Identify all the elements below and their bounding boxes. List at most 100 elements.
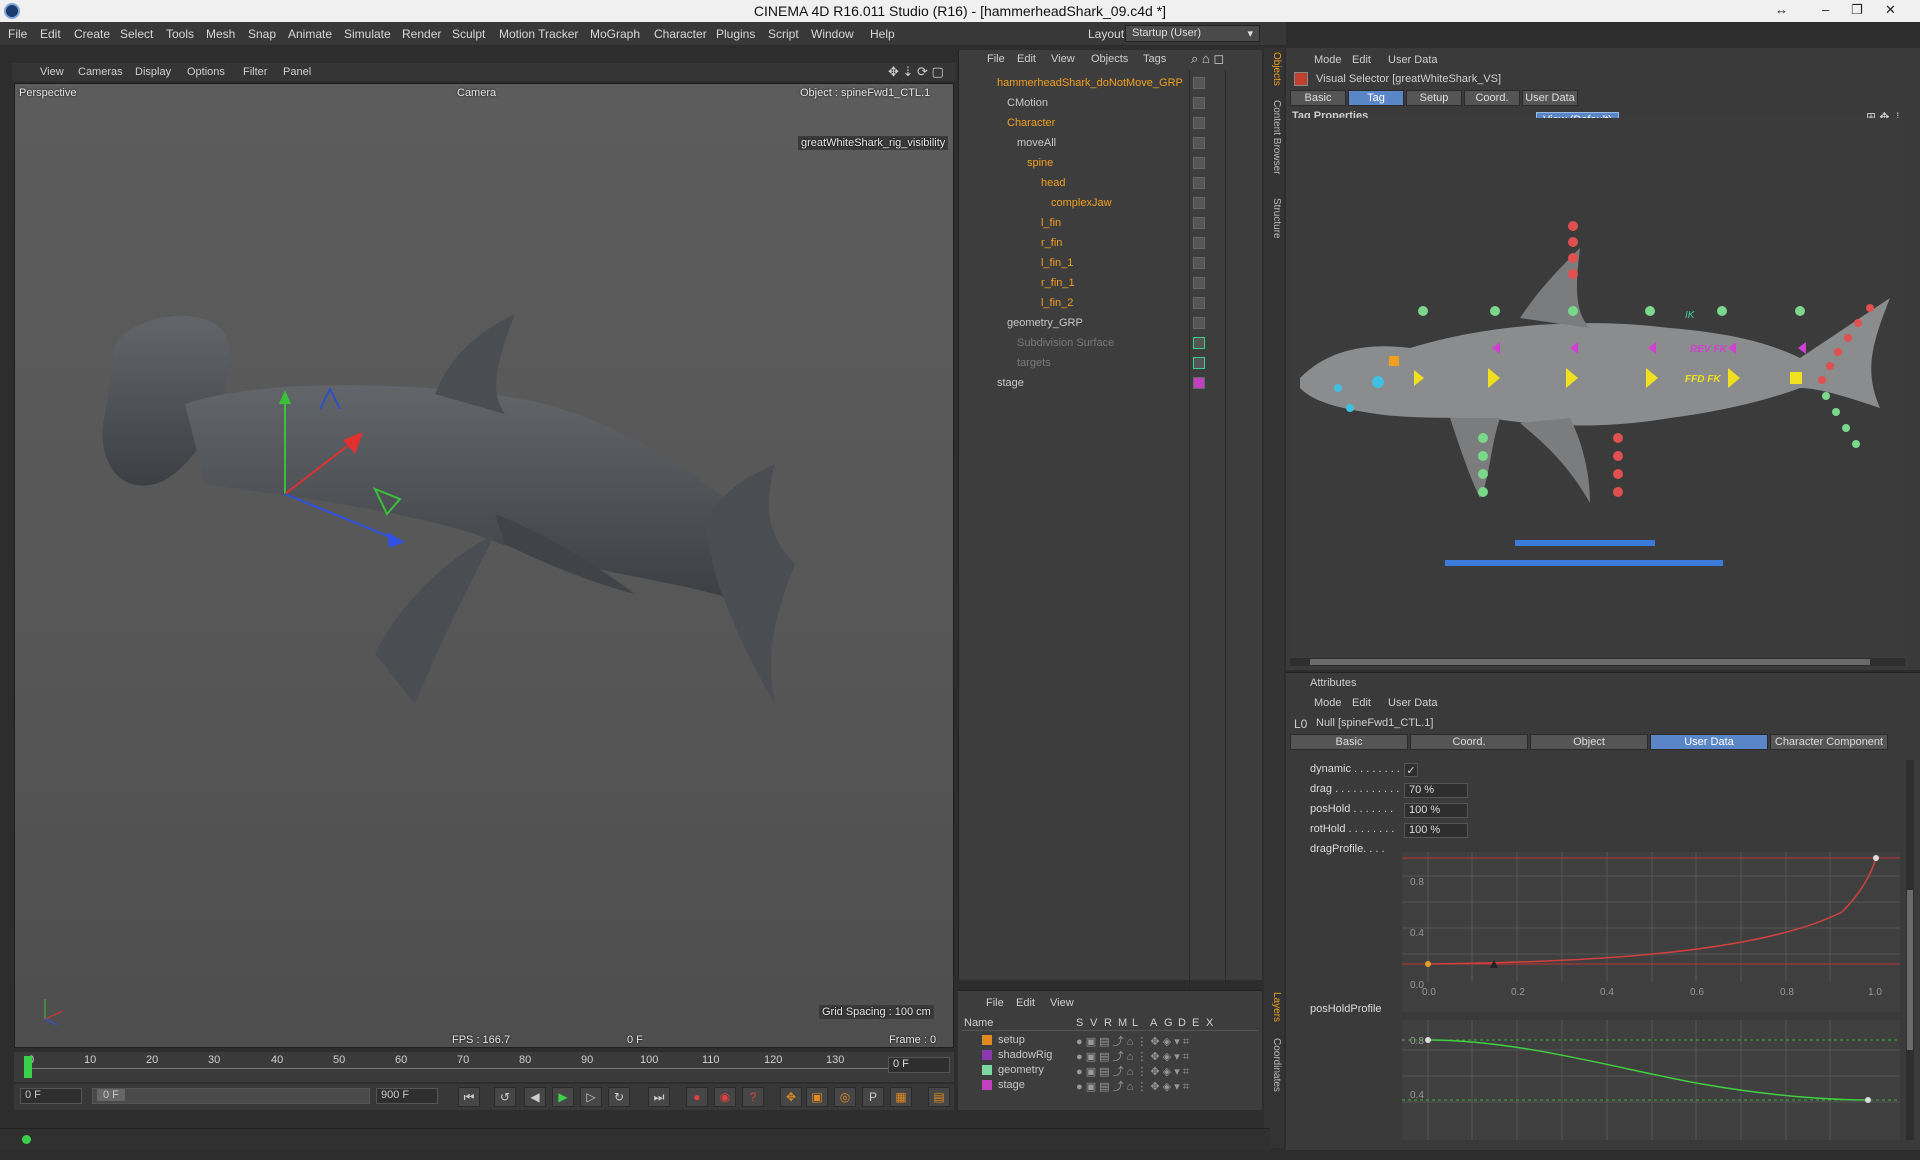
object-row[interactable]: l_fin xyxy=(959,214,1263,234)
attributes-scrollbar[interactable] xyxy=(1906,760,1914,1140)
3d-viewport[interactable]: Perspective Camera Object : spineFwd1_CT… xyxy=(14,83,954,1048)
layer-flags[interactable]: ● ▣ ▤ ⤴ ⌂ ⋮ ✥ ◈ ▾ ⌗ xyxy=(1076,1048,1189,1064)
layer-color-swatch[interactable] xyxy=(982,1065,992,1075)
visibility-toggle[interactable] xyxy=(1193,77,1205,89)
tab-basic[interactable]: Basic xyxy=(1290,734,1408,750)
minimize-button[interactable]: ‒ xyxy=(1822,2,1829,17)
start-frame-field[interactable]: 0 F xyxy=(20,1088,82,1104)
restore-button[interactable]: ❐ xyxy=(1851,2,1863,18)
end-frame-field[interactable]: 900 F xyxy=(376,1088,438,1104)
timeline-window-button[interactable]: ▤ xyxy=(928,1087,950,1107)
menu-help[interactable]: Help xyxy=(870,27,895,41)
tab-user-data[interactable]: User Data xyxy=(1522,90,1578,106)
tab-character-component[interactable]: Character Component xyxy=(1770,734,1888,750)
tab-content-browser[interactable]: Content Browser xyxy=(1266,100,1282,174)
layers-menu-view[interactable]: View xyxy=(1050,997,1074,1009)
visibility-toggle[interactable] xyxy=(1193,97,1205,109)
objmgr-menu-objects[interactable]: Objects xyxy=(1091,53,1128,65)
menu-window[interactable]: Window xyxy=(811,27,854,41)
visibility-toggle[interactable] xyxy=(1193,137,1205,149)
menu-plugins[interactable]: Plugins xyxy=(716,27,755,41)
go-to-end-button[interactable]: ⏭ xyxy=(648,1087,670,1107)
viewport-menu-view[interactable]: View xyxy=(40,66,64,78)
object-row[interactable]: l_fin_1 xyxy=(959,254,1263,274)
visibility-toggle[interactable] xyxy=(1193,257,1205,269)
next-key-button[interactable]: ↻ xyxy=(608,1087,630,1107)
object-row[interactable]: moveAll xyxy=(959,134,1263,154)
object-row[interactable]: spine xyxy=(959,154,1263,174)
poshold-profile-graph[interactable]: 0.8 0.4 xyxy=(1402,1020,1900,1140)
layout-dropdown[interactable]: Startup (User) ▾ xyxy=(1125,25,1260,42)
next-frame-button[interactable]: ▷ xyxy=(580,1087,602,1107)
object-row[interactable]: complexJaw xyxy=(959,194,1263,214)
visibility-toggle[interactable] xyxy=(1193,337,1205,349)
objmgr-menu-view[interactable]: View xyxy=(1051,53,1075,65)
viewport-menu-options[interactable]: Options xyxy=(187,66,225,78)
vs-menu-user-data[interactable]: User Data xyxy=(1388,54,1438,66)
menu-edit[interactable]: Edit xyxy=(40,27,61,41)
layer-row[interactable]: stage ● ▣ ▤ ⤴ ⌂ ⋮ ✥ ◈ ▾ ⌗ xyxy=(958,1078,1262,1093)
curve-handle[interactable] xyxy=(1425,1037,1431,1043)
object-row[interactable]: l_fin_2 xyxy=(959,294,1263,314)
rig-visibility-hud[interactable]: greatWhiteShark_rig_visibility xyxy=(798,136,949,150)
layer-row[interactable]: setup ● ▣ ▤ ⤴ ⌂ ⋮ ✥ ◈ ▾ ⌗ xyxy=(958,1033,1262,1048)
menu-select[interactable]: Select xyxy=(120,27,153,41)
vs-blue-bar-upper[interactable] xyxy=(1515,540,1655,546)
record-rotation-button[interactable]: ◎ xyxy=(834,1087,856,1107)
object-row[interactable]: Subdivision Surface xyxy=(959,334,1263,354)
menu-sculpt[interactable]: Sculpt xyxy=(452,27,485,41)
object-row[interactable]: Character xyxy=(959,114,1263,134)
navigation-icons[interactable]: ✥ ⇣ ⟳ ▢ xyxy=(888,64,944,80)
playhead-marker[interactable] xyxy=(24,1056,32,1078)
attr-menu-user-data[interactable]: User Data xyxy=(1388,697,1438,709)
visibility-toggle[interactable] xyxy=(1193,237,1205,249)
vs-menu-edit[interactable]: Edit xyxy=(1352,54,1371,66)
menu-render[interactable]: Render xyxy=(402,27,441,41)
curve-handle[interactable] xyxy=(1873,855,1879,861)
menu-snap[interactable]: Snap xyxy=(248,27,276,41)
layer-flags[interactable]: ● ▣ ▤ ⤴ ⌂ ⋮ ✥ ◈ ▾ ⌗ xyxy=(1076,1063,1189,1079)
curve-handle[interactable] xyxy=(1425,961,1431,967)
search-icon[interactable]: ⌕ ⌂ ◻ xyxy=(1191,51,1224,67)
posHold-field[interactable]: 100 % xyxy=(1404,803,1468,818)
object-row[interactable]: geometry_GRP xyxy=(959,314,1263,334)
go-to-start-button[interactable]: ⏮ xyxy=(458,1087,480,1107)
layers-menu-file[interactable]: File xyxy=(986,997,1004,1009)
previous-key-button[interactable]: ↺ xyxy=(494,1087,516,1107)
tab-coordinates[interactable]: Coordinates xyxy=(1266,1038,1282,1092)
autokey-button[interactable]: ◉ xyxy=(714,1087,736,1107)
viewport-menu-panel[interactable]: Panel xyxy=(283,66,311,78)
viewport-menu-filter[interactable]: Filter xyxy=(243,66,267,78)
layer-flags[interactable]: ● ▣ ▤ ⤴ ⌂ ⋮ ✥ ◈ ▾ ⌗ xyxy=(1076,1078,1189,1094)
record-point-level-button[interactable]: ▦ xyxy=(890,1087,912,1107)
layer-row[interactable]: shadowRig ● ▣ ▤ ⤴ ⌂ ⋮ ✥ ◈ ▾ ⌗ xyxy=(958,1048,1262,1063)
object-row[interactable]: hammerheadShark_doNotMove_GRP xyxy=(959,74,1263,94)
tab-structure[interactable]: Structure xyxy=(1266,198,1282,239)
drag-profile-graph[interactable]: 0.8 0.4 0.0 0.0 0.2 0.4 0.6 0.8 1.0 xyxy=(1402,852,1900,1012)
visibility-toggle[interactable] xyxy=(1193,277,1205,289)
object-row[interactable]: head xyxy=(959,174,1263,194)
layer-flags[interactable]: ● ▣ ▤ ⤴ ⌂ ⋮ ✥ ◈ ▾ ⌗ xyxy=(1076,1033,1189,1049)
curve-handle[interactable] xyxy=(1865,1097,1871,1103)
menu-simulate[interactable]: Simulate xyxy=(344,27,391,41)
menu-character[interactable]: Character xyxy=(654,27,707,41)
tab-basic[interactable]: Basic xyxy=(1290,90,1346,106)
visibility-toggle[interactable] xyxy=(1193,197,1205,209)
layer-color-swatch[interactable] xyxy=(982,1050,992,1060)
layer-color-swatch[interactable] xyxy=(1193,377,1205,389)
layer-row[interactable]: geometry ● ▣ ▤ ⤴ ⌂ ⋮ ✥ ◈ ▾ ⌗ xyxy=(958,1063,1262,1078)
menu-motion-tracker[interactable]: Motion Tracker xyxy=(499,27,578,41)
menu-script[interactable]: Script xyxy=(768,27,799,41)
menu-mesh[interactable]: Mesh xyxy=(206,27,235,41)
tab-user-data[interactable]: User Data xyxy=(1650,734,1768,750)
objmgr-menu-file[interactable]: File xyxy=(987,53,1005,65)
menu-tools[interactable]: Tools xyxy=(166,27,194,41)
object-row[interactable]: stage xyxy=(959,374,1263,394)
drag-field[interactable]: 70 % xyxy=(1404,783,1468,798)
layer-color-swatch[interactable] xyxy=(982,1080,992,1090)
menu-file[interactable]: File xyxy=(8,27,27,41)
visibility-toggle[interactable] xyxy=(1193,217,1205,229)
dynamic-checkbox[interactable]: ✓ xyxy=(1404,763,1418,777)
tab-tag[interactable]: Tag xyxy=(1348,90,1404,106)
object-row[interactable]: r_fin_1 xyxy=(959,274,1263,294)
